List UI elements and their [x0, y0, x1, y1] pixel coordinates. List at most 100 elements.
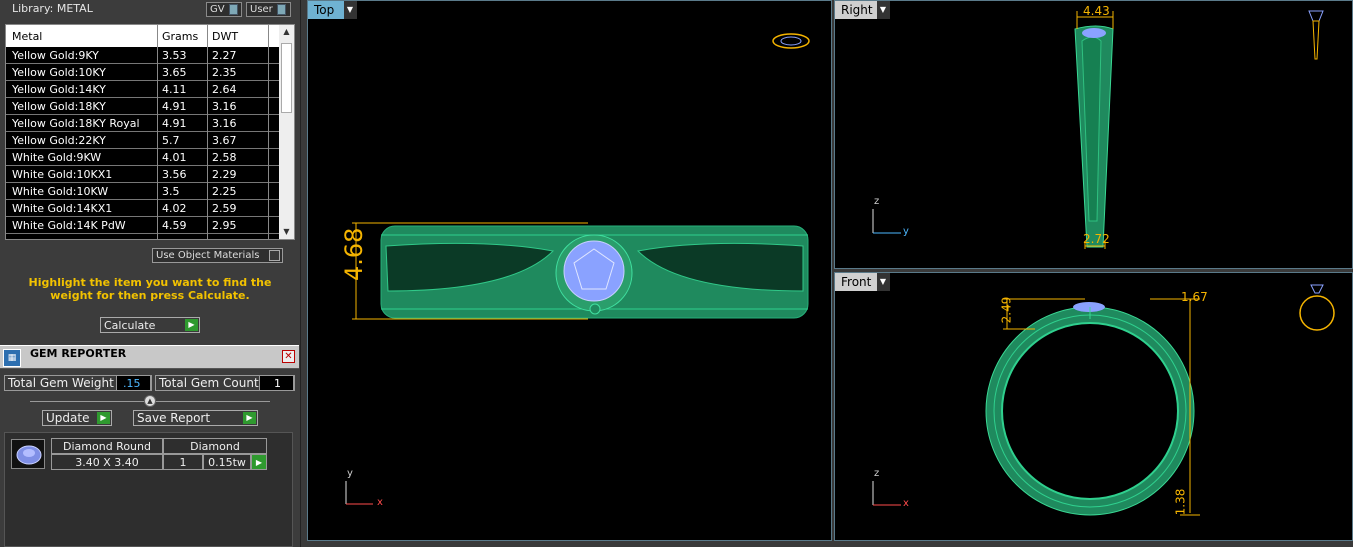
- left-panel: Library: METAL GV User Metal Grams DWT Y…: [0, 0, 301, 547]
- height-dimension: 4.68: [340, 227, 368, 281]
- table-row[interactable]: White Gold:14KX1 4.02 2.59: [6, 200, 279, 217]
- grams-cell: 4.91: [162, 116, 187, 130]
- grams-cell: 4.01: [162, 150, 187, 164]
- metal-name-cell: Yellow Gold:18KY: [12, 99, 106, 113]
- use-object-materials-label: Use Object Materials: [156, 250, 260, 261]
- metal-table[interactable]: Metal Grams DWT Yellow Gold:9KY 3.53 2.27 Y…: [5, 24, 295, 240]
- table-scrollbar[interactable]: ▲ ▼: [279, 25, 294, 239]
- gem-reporter-title: GEM REPORTER: [30, 347, 127, 360]
- play-icon[interactable]: ▶: [251, 454, 267, 470]
- gem-material: Diamond: [163, 438, 267, 454]
- bottom-thickness-dimension: 1.38: [1173, 488, 1188, 516]
- calculate-button[interactable]: Calculate ▶: [100, 317, 200, 333]
- metal-name-cell: White Gold:10KW: [12, 184, 109, 198]
- column-divider: [268, 25, 269, 239]
- grams-cell: 4.11: [162, 82, 187, 96]
- table-row[interactable]: Yellow Gold:18KY 4.91 3.16: [6, 98, 279, 115]
- table-row[interactable]: White Gold:10KX1 3.56 2.29: [6, 166, 279, 183]
- axis-label-z: z: [874, 196, 880, 207]
- user-label: User: [250, 4, 273, 15]
- metal-name-cell: Yellow Gold:10KY: [12, 65, 106, 79]
- table-row[interactable]: Yellow Gold:10KY 3.65 2.35: [6, 64, 279, 81]
- calculate-label: Calculate: [104, 318, 156, 332]
- table-row[interactable]: Yellow Gold:9KY 3.53 2.27: [6, 47, 279, 64]
- metal-name-cell: White Gold:10KX1: [12, 167, 113, 181]
- table-row[interactable]: White Gold:10KW 3.5 2.25: [6, 183, 279, 200]
- grams-cell: 4.59: [162, 218, 187, 232]
- instruction-text: Highlight the item you want to find the …: [28, 276, 272, 302]
- dwt-cell: 3.16: [212, 116, 237, 130]
- dwt-cell: 2.27: [212, 48, 237, 62]
- toggle-switch-icon: [228, 4, 238, 15]
- gv-label: GV: [210, 4, 225, 15]
- use-object-materials-checkbox[interactable]: Use Object Materials: [152, 248, 283, 263]
- scroll-down-icon[interactable]: ▼: [279, 225, 294, 239]
- dwt-cell: 2.58: [212, 150, 237, 164]
- ring-top-view: [345, 33, 810, 505]
- gem-name: Diamond Round: [51, 438, 163, 454]
- grams-cell: 3.65: [162, 65, 187, 79]
- gem-reporter-header: ▦ GEM REPORTER ✕: [0, 345, 299, 369]
- dwt-cell: 2.95: [212, 218, 237, 232]
- viewport-front[interactable]: Front ▼ 2.49 1.67 1.38 z x: [834, 272, 1353, 541]
- metal-name-cell: Yellow Gold:14KY: [12, 82, 106, 96]
- column-divider: [157, 25, 158, 239]
- dwt-cell: 3.16: [212, 99, 237, 113]
- gv-toggle[interactable]: GV: [206, 2, 242, 17]
- metal-name-cell: White Gold:14KX1: [12, 201, 113, 215]
- user-toggle[interactable]: User: [246, 2, 291, 17]
- bottom-width-dimension: 2.72: [1083, 232, 1110, 246]
- dwt-cell: 2.25: [212, 184, 237, 198]
- header-grams[interactable]: Grams: [162, 25, 198, 47]
- axis-label-y: y: [347, 468, 353, 479]
- dwt-cell: 2.59: [212, 201, 237, 215]
- header-dwt[interactable]: DWT: [212, 25, 238, 47]
- metal-name-cell: Yellow Gold:22KY: [12, 133, 106, 147]
- dwt-cell: 2.64: [212, 82, 237, 96]
- play-icon: ▶: [243, 412, 256, 424]
- update-label: Update: [46, 411, 90, 425]
- metal-name-cell: Yellow Gold:18KY Royal: [12, 116, 140, 130]
- axis-label-x: x: [377, 497, 383, 508]
- gem-list: Diamond Round Diamond 3.40 X 3.40 1 0.15…: [4, 432, 293, 547]
- viewport-right[interactable]: Right ▼ 4.43 2.72 z y: [834, 0, 1353, 269]
- dwt-cell: 2.35: [212, 65, 237, 79]
- ring-front-view: [872, 284, 1335, 516]
- grams-cell: 3.53: [162, 48, 187, 62]
- axis-label-y: y: [903, 226, 909, 237]
- table-row[interactable]: White Gold:9KW 4.01 2.58: [6, 149, 279, 166]
- viewport-top[interactable]: Top ▼ 4.68 y x: [307, 0, 832, 541]
- save-report-label: Save Report: [137, 411, 211, 425]
- gem-thumbnail[interactable]: [11, 439, 45, 469]
- dwt-cell: 3.67: [212, 133, 237, 147]
- axis-label-z: z: [874, 468, 880, 479]
- metal-name-cell: White Gold:9KW: [12, 150, 102, 164]
- library-title: Library: METAL: [12, 2, 93, 15]
- gem-reporter-logo-icon: ▦: [3, 349, 21, 367]
- toggle-switch-icon: [276, 4, 286, 15]
- close-icon[interactable]: ✕: [282, 350, 295, 363]
- play-icon: ▶: [97, 412, 110, 424]
- table-row[interactable]: Yellow Gold:18KY Royal 4.91 3.16: [6, 115, 279, 132]
- scroll-thumb[interactable]: [281, 43, 292, 113]
- gem-size: 3.40 X 3.40: [51, 454, 163, 470]
- grams-cell: 4.02: [162, 201, 187, 215]
- grams-cell: 4.91: [162, 99, 187, 113]
- update-button[interactable]: Update ▶: [42, 410, 112, 426]
- right-height-dimension: 1.67: [1181, 290, 1208, 304]
- metal-name-cell: Yellow Gold:9KY: [12, 48, 99, 62]
- scroll-up-icon[interactable]: ▲: [279, 25, 294, 39]
- total-gem-count-value: 1: [259, 375, 294, 391]
- save-report-button[interactable]: Save Report ▶: [133, 410, 258, 426]
- checkbox-icon[interactable]: [269, 250, 280, 261]
- table-row[interactable]: Yellow Gold:14KY 4.11 2.64: [6, 81, 279, 98]
- table-row[interactable]: White Gold:14K PdW 4.59 2.95: [6, 217, 279, 234]
- grams-cell: 3.56: [162, 167, 187, 181]
- top-width-dimension: 4.43: [1083, 4, 1110, 18]
- collapse-icon[interactable]: ▲: [144, 395, 156, 407]
- metal-name-cell: White Gold:14K PdW: [12, 218, 126, 232]
- dwt-cell: 2.29: [212, 167, 237, 181]
- header-metal[interactable]: Metal: [12, 25, 42, 47]
- grams-cell: 3.5: [162, 184, 180, 198]
- table-row[interactable]: Yellow Gold:22KY 5.7 3.67: [6, 132, 279, 149]
